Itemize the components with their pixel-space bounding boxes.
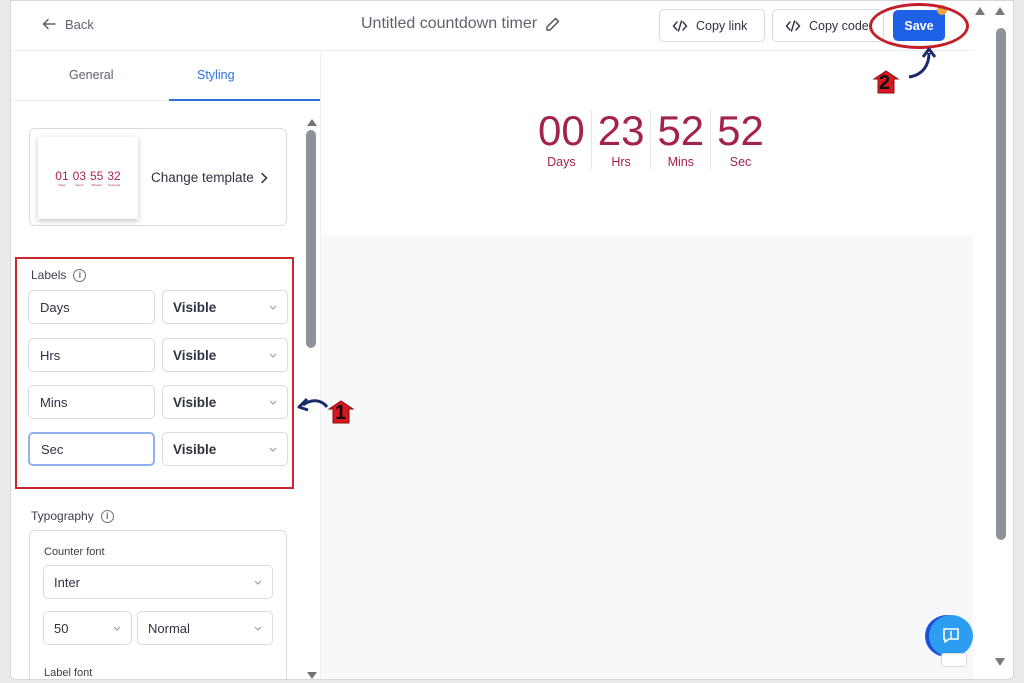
info-icon[interactable]: i [100,509,114,523]
timer-preview: 00 Days 23 Hrs 52 Mins 52 Sec [322,52,973,679]
copy-link-button[interactable]: Copy link [659,9,765,42]
thumb-unit: 32 Seconds [107,168,121,187]
arrow-left-icon [42,18,56,30]
panel-scrollbar-thumb[interactable] [306,130,316,348]
tab-styling[interactable]: Styling [197,68,235,82]
widget-minimize-tab[interactable] [941,653,967,667]
countdown-unit-days: 00 Days [538,107,585,170]
thumb-unit: 01 Days [55,168,69,187]
template-thumbnail[interactable]: 01 Days 03 Hours 55 Minutes 32 Seconds [38,137,138,219]
font-size-select[interactable]: 50 [43,611,132,645]
copy-code-label: Copy code [809,18,869,33]
scroll-down-arrow-icon[interactable] [995,658,1005,666]
step-1-number: 1 [335,402,347,424]
thumb-unit: 03 Hours [72,168,86,187]
countdown-unit-mins: 52 Mins [650,110,710,169]
chat-icon [943,628,959,643]
app-window: Back Untitled countdown timer Copy link … [10,0,1014,680]
code-icon [785,19,801,32]
copy-link-label: Copy link [696,18,748,33]
change-template-link[interactable]: Change template [151,170,268,185]
countdown-unit-hrs: 23 Hrs [590,110,651,169]
back-button[interactable]: Back [41,16,94,32]
window-scrollbar-thumb[interactable] [996,28,1006,540]
typography-heading: Typography i [31,509,114,523]
font-weight-select[interactable]: Normal [137,611,273,645]
chat-widget-button[interactable] [929,615,973,657]
panel-scroll-down-icon[interactable] [307,672,317,679]
settings-panel: General Styling 01 Days 03 Hours 55 Minutes… [11,52,321,679]
panel-scroll-up-icon[interactable] [307,119,317,126]
thumb-unit: 55 Minutes [90,168,104,187]
top-bar: Back Untitled countdown timer Copy link … [11,1,973,51]
settings-tabs: General Styling [11,52,320,101]
step-2-number: 2 [879,72,891,94]
code-icon [672,19,688,32]
chevron-down-icon [254,626,262,631]
chevron-down-icon [254,580,262,585]
counter-font-label: Counter font [44,546,105,558]
countdown-display: 00 Days 23 Hrs 52 Mins 52 Sec [532,110,770,169]
countdown-unit-sec: 52 Sec [710,110,770,169]
labels-highlight-box [15,257,294,489]
timer-title-text: Untitled countdown timer [361,15,538,32]
template-card[interactable]: 01 Days 03 Hours 55 Minutes 32 Seconds Chang… [29,128,287,226]
pencil-icon[interactable] [545,16,561,32]
chevron-right-icon [261,172,268,183]
chevron-down-icon [113,626,121,631]
preview-background [322,235,973,679]
back-label: Back [65,16,94,32]
scroll-up-arrow-icon[interactable] [995,7,1005,15]
tab-general[interactable]: General [69,68,113,82]
change-template-label: Change template [151,170,254,185]
active-tab-indicator [169,99,320,101]
timer-title[interactable]: Untitled countdown timer [361,15,561,33]
save-highlight-ellipse [869,3,969,49]
counter-font-select[interactable]: Inter [43,565,273,599]
label-font-label: Label font [44,667,93,679]
scroll-up-arrow-icon[interactable] [975,7,985,15]
copy-code-button[interactable]: Copy code [772,9,884,42]
typography-card: Counter font Inter 50 Normal Label font [29,530,287,679]
